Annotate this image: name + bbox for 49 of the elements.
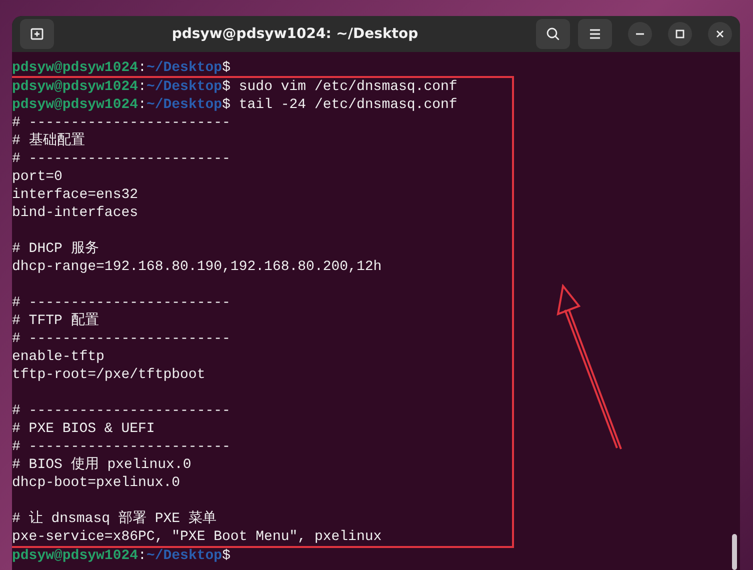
prompt-path: ~/Desktop xyxy=(146,79,222,95)
output-line: tftp-root=/pxe/tftpboot xyxy=(12,367,206,383)
window-title: pdsyw@pdsyw1024: ~/Desktop xyxy=(170,26,420,42)
output-line: # ------------------------ xyxy=(12,151,230,167)
output-line: interface=ens32 xyxy=(12,187,138,203)
output-line: # 让 dnsmasq 部署 PXE 菜单 xyxy=(12,511,216,527)
output-line: # ------------------------ xyxy=(12,403,230,419)
minimize-icon xyxy=(636,33,644,35)
search-button[interactable] xyxy=(536,19,570,49)
prompt-dollar: $ xyxy=(222,60,230,76)
output-line: dhcp-range=192.168.80.190,192.168.80.200,12h xyxy=(12,259,382,275)
output-line: # PXE BIOS & UEFI xyxy=(12,421,155,437)
command-text: tail -24 /etc/dnsmasq.conf xyxy=(238,97,458,113)
scrollbar xyxy=(732,534,737,570)
prompt-colon: : xyxy=(138,548,146,564)
prompt-colon: : xyxy=(138,60,146,76)
output-line: # BIOS 使用 pxelinux.0 xyxy=(12,457,192,473)
command-text: sudo vim /etc/dnsmasq.conf xyxy=(238,79,458,95)
prompt-colon: : xyxy=(138,97,146,113)
prompt-colon: : xyxy=(138,79,146,95)
prompt-user: pdsyw@pdsyw1024 xyxy=(12,60,138,76)
prompt-dollar: $ xyxy=(222,548,230,564)
output-line: # 基础配置 xyxy=(12,133,85,149)
prompt-dollar: $ xyxy=(222,79,230,95)
output-line: pxe-service=x86PC, "PXE Boot Menu", pxelinux xyxy=(12,529,382,545)
new-tab-icon xyxy=(29,26,45,42)
new-tab-button[interactable] xyxy=(20,19,54,49)
output-line: dhcp-boot=pxelinux.0 xyxy=(12,475,180,491)
minimize-button[interactable] xyxy=(628,22,652,46)
maximize-button[interactable] xyxy=(668,22,692,46)
prompt-path: ~/Desktop xyxy=(146,548,222,564)
output-line: enable-tftp xyxy=(12,349,104,365)
menu-button[interactable] xyxy=(578,19,612,49)
prompt-dollar: $ xyxy=(222,97,230,113)
output-line: # ------------------------ xyxy=(12,439,230,455)
output-line: bind-interfaces xyxy=(12,205,138,221)
output-line: # DHCP 服务 xyxy=(12,241,99,257)
prompt-user: pdsyw@pdsyw1024 xyxy=(12,548,138,564)
prompt-path: ~/Desktop xyxy=(146,97,222,113)
output-line: port=0 xyxy=(12,169,62,185)
search-icon xyxy=(545,26,561,42)
output-line: # ------------------------ xyxy=(12,331,230,347)
output-line: # ------------------------ xyxy=(12,295,230,311)
close-button[interactable] xyxy=(708,22,732,46)
prompt-user: pdsyw@pdsyw1024 xyxy=(12,97,138,113)
prompt-path: ~/Desktop xyxy=(146,60,222,76)
prompt-user: pdsyw@pdsyw1024 xyxy=(12,79,138,95)
output-line: # TFTP 配置 xyxy=(12,313,99,329)
output-line: # ------------------------ xyxy=(12,115,230,131)
